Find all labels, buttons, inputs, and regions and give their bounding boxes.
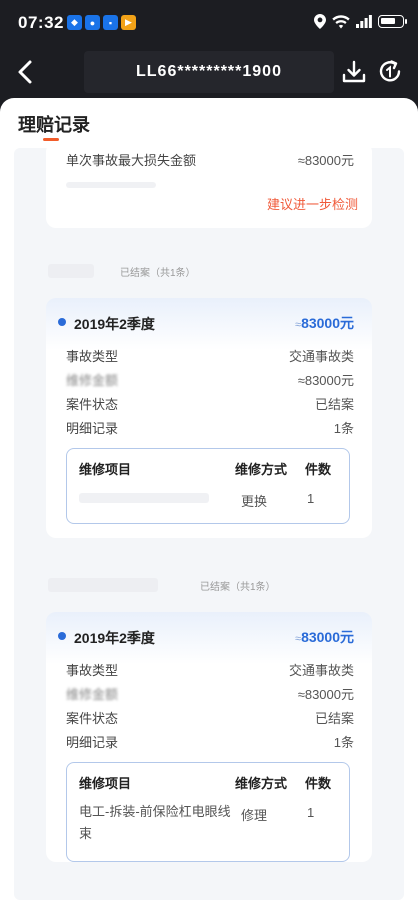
download-button[interactable]: [340, 58, 368, 86]
row-label: 案件状态: [66, 397, 119, 412]
back-button[interactable]: [10, 56, 42, 88]
period-dot: [58, 632, 66, 640]
claim-amount: ≈83000元: [295, 627, 354, 647]
max-loss-label: 单次事故最大损失金额: [66, 153, 197, 168]
claim-period: 2019年2季度: [74, 316, 155, 332]
title-underline: [43, 138, 59, 141]
detail-row: 事故类型 交通事故类: [66, 660, 354, 679]
app-notification-icon: ▪: [103, 15, 118, 30]
status-bar: 07:32 ◆ ● ▪ ▶: [0, 0, 418, 46]
detail-row: 案件状态 已结案: [66, 394, 354, 413]
refresh-button[interactable]: [376, 58, 404, 86]
blurred-placeholder: [48, 264, 94, 278]
repair-table: 维修项目 维修方式 件数 更换 1: [66, 448, 350, 524]
blurred-placeholder: [79, 493, 209, 503]
location-icon: [314, 14, 326, 29]
header-method: 维修方式: [235, 776, 288, 791]
row-label: 维修金额: [66, 373, 119, 388]
detail-row: 明细记录 1条: [66, 418, 354, 437]
repair-item: 电工-拆装-前保险杠电眼线束: [79, 804, 231, 841]
row-label: 维修金额: [66, 687, 119, 702]
amount-value: 83000元: [301, 629, 354, 645]
signal-icon: [356, 15, 372, 28]
header-count: 件数: [305, 776, 332, 791]
battery-icon: [378, 15, 407, 28]
header-count: 件数: [305, 462, 332, 477]
summary-card: 单次事故最大损失金额 ≈83000元 建议进一步检测: [46, 142, 372, 228]
row-value: 已结案: [314, 397, 354, 412]
header-item: 维修项目: [79, 776, 132, 791]
repair-method: 更换: [241, 494, 268, 509]
repair-table: 维修项目 维修方式 件数 电工-拆装-前保险杠电眼线束 修理 1: [66, 762, 350, 862]
detail-row: 明细记录 1条: [66, 732, 354, 751]
row-value: ≈83000元: [297, 373, 354, 388]
download-icon: [342, 60, 366, 83]
wifi-icon: [332, 14, 350, 28]
app-notification-icon: ▶: [121, 15, 136, 30]
header-method: 维修方式: [235, 462, 288, 477]
header-item: 维修项目: [79, 462, 132, 477]
repair-count: 1: [307, 805, 315, 820]
section-label: 已结案（共1条）: [120, 268, 196, 279]
row-value: 已结案: [314, 711, 354, 726]
claim-period: 2019年2季度: [74, 630, 155, 646]
row-value: 交通事故类: [288, 349, 354, 364]
section-label: 已结案（共1条）: [200, 582, 276, 593]
row-label: 明细记录: [66, 735, 119, 750]
amount-value: 83000元: [301, 315, 354, 331]
nav-title-box: LL66*********1900: [84, 51, 334, 93]
row-value: ≈83000元: [297, 687, 354, 702]
app-notification-icon: ◆: [67, 15, 82, 30]
back-arrow-icon: [18, 60, 32, 84]
row-label: 事故类型: [66, 349, 119, 364]
detail-row: 维修金额 ≈83000元: [66, 684, 354, 703]
row-value: 1条: [333, 735, 354, 750]
blurred-placeholder: [66, 182, 156, 188]
blurred-placeholder: [48, 578, 158, 592]
row-value: 1条: [333, 421, 354, 436]
row-label: 案件状态: [66, 711, 119, 726]
max-loss-value: ≈83000元: [297, 153, 354, 168]
max-loss-row: 单次事故最大损失金额 ≈83000元: [66, 150, 354, 169]
claim-record-card: 2019年2季度 ≈83000元 事故类型 交通事故类 维修金额 ≈83000元…: [46, 612, 372, 862]
row-value: 交通事故类: [288, 663, 354, 678]
claims-list[interactable]: 单次事故最大损失金额 ≈83000元 建议进一步检测 已结案（共1条） 2019…: [14, 142, 404, 900]
claim-record-card: 2019年2季度 ≈83000元 事故类型 交通事故类 维修金额 ≈83000元…: [46, 298, 372, 538]
period-dot: [58, 318, 66, 326]
status-time: 07:32: [18, 13, 64, 32]
repair-method: 修理: [241, 808, 268, 823]
claim-amount: ≈83000元: [295, 313, 354, 333]
further-inspection-link[interactable]: 建议进一步检测: [267, 194, 358, 213]
app-notification-icon: ●: [85, 15, 100, 30]
system-icons: [314, 14, 407, 29]
notification-icons: ◆ ● ▪ ▶: [67, 15, 136, 30]
refresh-icon: [379, 60, 401, 82]
repair-count: 1: [307, 491, 315, 506]
report-number-title: LL66*********1900: [136, 63, 282, 80]
claims-sheet: 理赔记录 单次事故最大损失金额 ≈83000元 建议进一步检测 已结案（共1条）…: [0, 98, 418, 900]
detail-row: 事故类型 交通事故类: [66, 346, 354, 365]
row-label: 明细记录: [66, 421, 119, 436]
detail-row: 案件状态 已结案: [66, 708, 354, 727]
sheet-title: 理赔记录: [18, 115, 90, 135]
nav-bar: LL66*********1900: [0, 46, 418, 98]
detail-row: 维修金额 ≈83000元: [66, 370, 354, 389]
row-label: 事故类型: [66, 663, 119, 678]
